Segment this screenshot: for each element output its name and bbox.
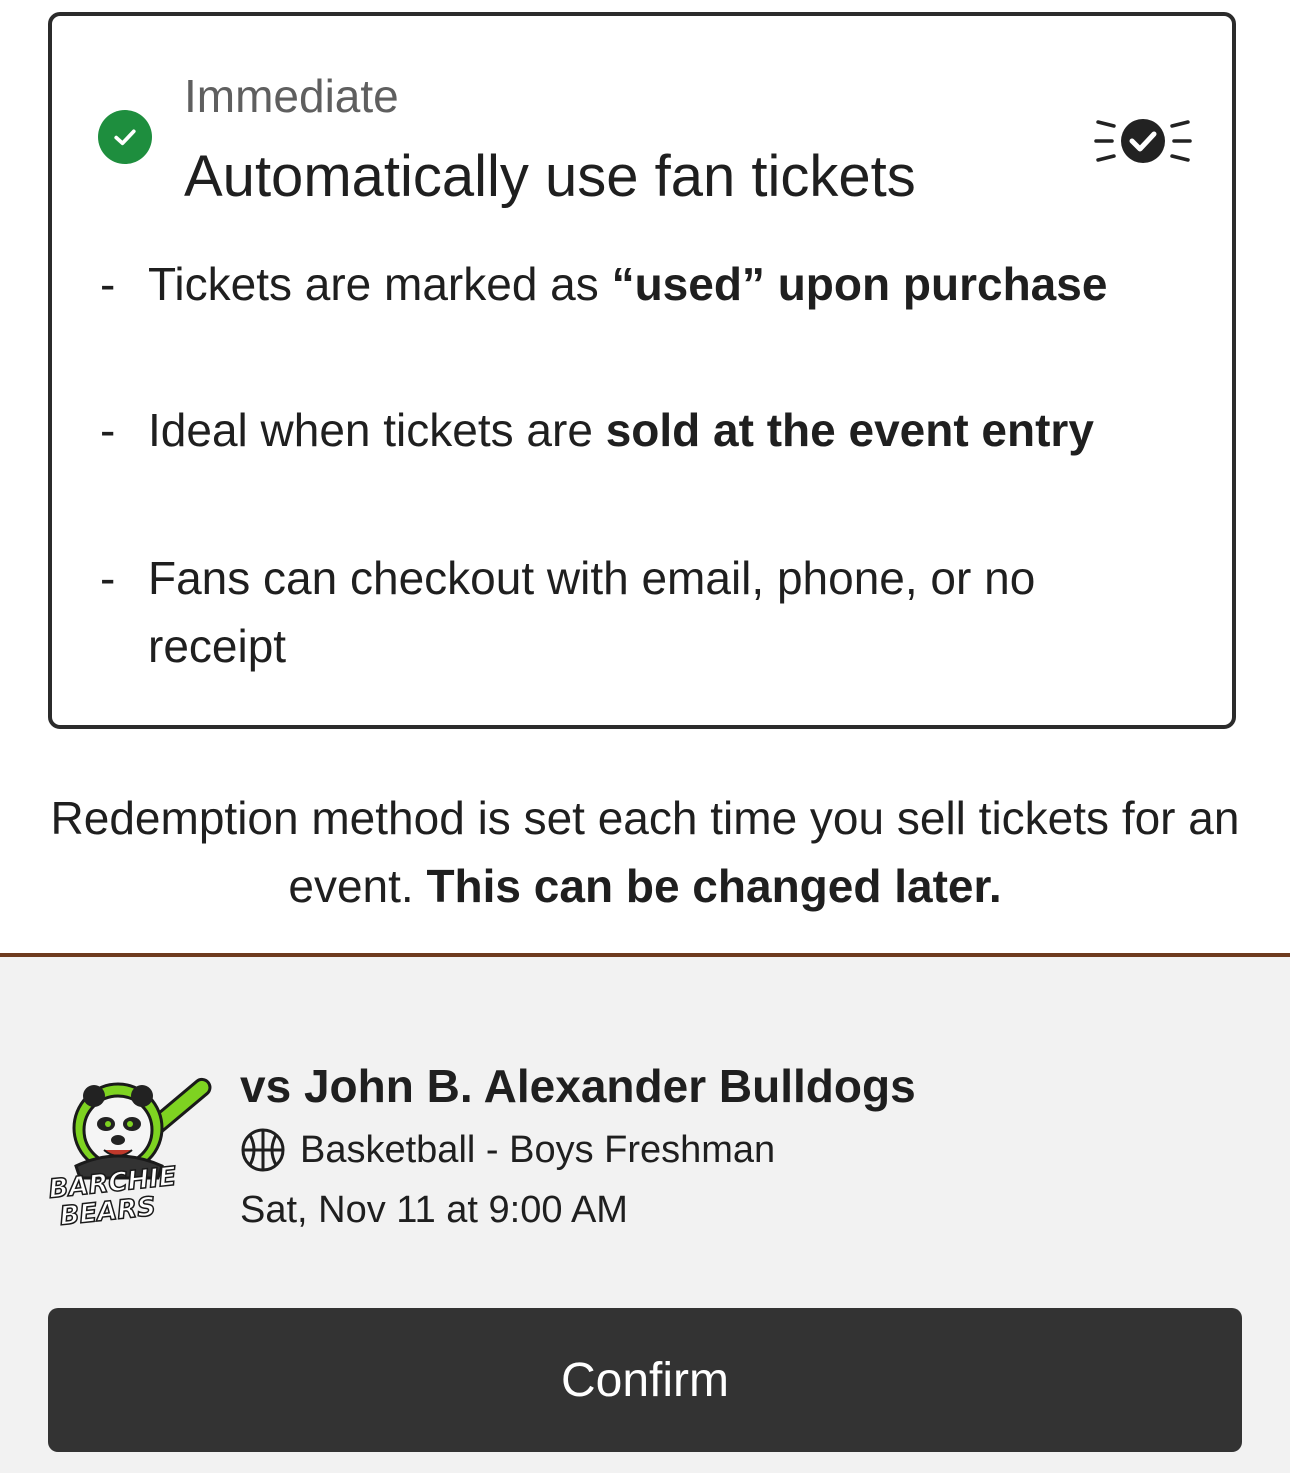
note-bold-text: This can be changed later.: [426, 860, 1002, 912]
redemption-note: Redemption method is set each time you s…: [40, 784, 1250, 920]
event-title: vs John B. Alexander Bulldogs: [240, 1060, 916, 1112]
bullet-text: Ideal when tickets are: [148, 404, 606, 456]
bullet-bold-text: sold at the event entry: [605, 404, 1094, 456]
bullet-text: Fans can checkout with email, phone, or …: [148, 552, 1036, 672]
event-sport: Basketball - Boys Freshman: [240, 1122, 775, 1178]
option-eyebrow: Immediate: [184, 70, 399, 122]
event-sport-label: Basketball - Boys Freshman: [300, 1129, 776, 1171]
bullet-text: Tickets are marked as: [148, 258, 612, 310]
bullet-dash: -: [100, 552, 116, 604]
option-title: Automatically use fan tickets: [184, 144, 916, 209]
bullet-dash: -: [100, 404, 116, 456]
bullet-bold-text: “used” upon purchase: [611, 258, 1108, 310]
basketball-icon: [241, 1128, 285, 1172]
confirm-button[interactable]: Confirm: [48, 1308, 1242, 1452]
bullet-dash: -: [100, 258, 116, 310]
ticket-check-burst-icon: [1094, 119, 1192, 163]
team-logo: BARCHIE BEARS: [47, 1077, 212, 1228]
check-circle-icon: [98, 110, 152, 164]
event-date: Sat, Nov 11 at 9:00 AM: [240, 1189, 628, 1231]
page: Immediate Automatically use fan tickets …: [0, 0, 1290, 1473]
